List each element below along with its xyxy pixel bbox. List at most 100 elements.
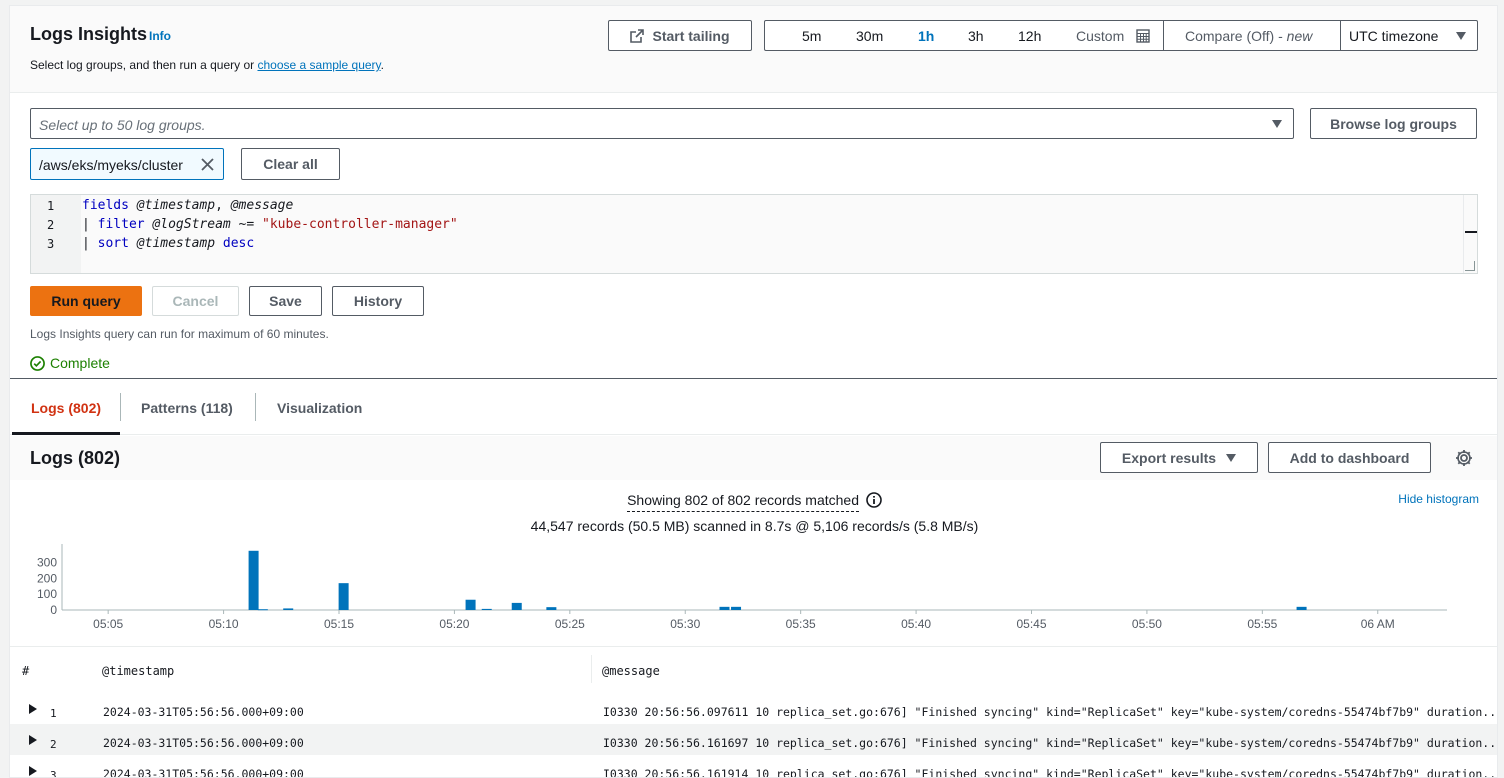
x-tick-label: 05:50	[1132, 617, 1162, 631]
code-token: @logStream	[144, 217, 231, 232]
histogram-panel: Showing 802 of 802 records matched 44,54…	[10, 480, 1497, 646]
x-tick-label: 05:55	[1247, 617, 1277, 631]
x-tick-label: 06 AM	[1361, 617, 1395, 631]
sample-query-link[interactable]: choose a sample query	[257, 58, 380, 72]
timebar-divider	[1340, 20, 1341, 51]
histogram-bar	[546, 607, 557, 610]
histogram-bar	[481, 608, 492, 610]
row-timestamp: 2024-03-31T05:56:56.000+09:00	[103, 736, 304, 750]
export-results-button[interactable]: Export results	[1100, 442, 1258, 473]
histogram-bar	[248, 550, 259, 610]
tab-logs[interactable]: Logs (802)	[31, 400, 101, 416]
table-row[interactable]: 3 2024-03-31T05:56:56.000+09:00 I0330 20:5…	[10, 755, 1498, 778]
range-12h[interactable]: 12h	[1018, 28, 1041, 44]
row-message: I0330 20:56:56.097611 10 replica_set.go:…	[603, 705, 1498, 719]
range-3h[interactable]: 3h	[968, 28, 984, 44]
x-tick-label: 05:20	[439, 617, 469, 631]
status-label: Complete	[50, 355, 110, 371]
histogram-bar	[511, 602, 522, 610]
range-1h[interactable]: 1h	[918, 28, 934, 44]
subtitle-suffix: .	[380, 58, 385, 72]
row-message: I0330 20:56:56.161697 10 replica_set.go:…	[603, 736, 1498, 750]
records-matched: Showing 802 of 802 records matched	[10, 492, 1497, 512]
x-tick-label: 05:45	[1016, 617, 1046, 631]
row-timestamp: 2024-03-31T05:56:56.000+09:00	[103, 705, 304, 719]
table-row[interactable]: 2 2024-03-31T05:56:56.000+09:00 I0330 20:5…	[10, 724, 1498, 755]
timezone-select[interactable]: UTC timezone	[1349, 28, 1438, 44]
scrollbar-thumb[interactable]	[1465, 231, 1477, 233]
y-tick-label: 200	[37, 571, 57, 585]
y-tick-label: 300	[37, 556, 57, 570]
tab-visualization[interactable]: Visualization	[277, 400, 362, 416]
query-duration-note: Logs Insights query can run for maximum …	[30, 327, 329, 341]
histogram-bar	[1296, 606, 1307, 610]
query-line: | filter @logStream ~= "kube-controller-…	[82, 217, 458, 232]
calendar-icon[interactable]	[1136, 29, 1150, 43]
info-icon[interactable]	[866, 492, 882, 508]
histogram-bar	[465, 599, 476, 610]
histogram-bar	[719, 606, 730, 610]
expand-row-icon[interactable]	[29, 735, 37, 745]
run-query-button[interactable]: Run query	[30, 286, 142, 316]
column-header-index: #	[22, 664, 30, 678]
code-token: "kube-controller-manager"	[262, 217, 458, 232]
row-index: 1	[50, 707, 57, 720]
histogram-chart: 300200 100 0 05:05 05:10 05:15 05:20 05:25 05:30…	[37, 544, 1447, 631]
code-token: @timestamp	[128, 198, 216, 213]
info-link[interactable]: Info	[149, 29, 171, 43]
x-tick-label: 05:15	[324, 617, 354, 631]
save-button[interactable]: Save	[249, 286, 322, 316]
histogram-bar	[257, 609, 268, 611]
compare-label: Compare (Off) -	[1185, 28, 1287, 44]
histogram-bar	[731, 606, 742, 610]
range-custom[interactable]: Custom	[1076, 28, 1124, 44]
add-to-dashboard-button[interactable]: Add to dashboard	[1268, 442, 1431, 473]
x-tick-label: 05:40	[901, 617, 931, 631]
row-message: I0330 20:56:56.161914 10 replica_set.go:…	[603, 767, 1498, 778]
histogram-bar	[283, 608, 294, 610]
log-group-placeholder: Select up to 50 log groups.	[39, 117, 206, 133]
query-editor[interactable]: 1 fields @timestamp, @message 2 | filter @l…	[30, 194, 1478, 274]
hide-histogram-link[interactable]: Hide histogram	[1398, 492, 1479, 506]
records-scanned: 44,547 records (50.5 MB) scanned in 8.7s…	[530, 518, 979, 534]
line-number-gutter	[31, 195, 81, 273]
range-5m[interactable]: 5m	[802, 28, 821, 44]
row-index: 3	[50, 769, 57, 778]
code-token: @message	[230, 198, 294, 213]
column-divider	[591, 655, 592, 683]
history-button[interactable]: History	[332, 286, 424, 316]
table-row[interactable]: 1 2024-03-31T05:56:56.000+09:00 I0330 20:5…	[10, 693, 1498, 724]
code-token: desc	[222, 236, 255, 251]
start-tailing-button[interactable]: Start tailing	[608, 20, 752, 51]
clear-all-button[interactable]: Clear all	[241, 148, 340, 180]
logs-insights-page: Logs Insights Info Select log groups, an…	[9, 5, 1498, 778]
browse-log-groups-button[interactable]: Browse log groups	[1310, 108, 1477, 139]
column-header-timestamp[interactable]: @timestamp	[102, 664, 174, 678]
code-token: filter	[97, 217, 145, 232]
cancel-button[interactable]: Cancel	[152, 286, 239, 316]
code-token: sort	[97, 236, 129, 251]
selected-log-group-label: /aws/eks/myeks/cluster	[39, 157, 183, 173]
results-header: Logs (802) Export results Add to dashboa…	[10, 436, 1497, 480]
expand-row-icon[interactable]	[29, 704, 37, 714]
x-tick-label: 05:10	[209, 617, 239, 631]
log-group-select[interactable]: Select up to 50 log groups.	[30, 108, 1294, 139]
active-tab-indicator	[12, 432, 120, 435]
column-header-message[interactable]: @message	[602, 664, 660, 678]
chevron-down-icon	[1272, 120, 1282, 128]
compare-toggle[interactable]: Compare (Off) - new	[1185, 28, 1312, 44]
code-token: fields	[82, 198, 129, 213]
code-token: |	[82, 236, 98, 251]
time-range-selector: 5m 30m 1h 3h 12h Custom Compare (Off) - …	[764, 20, 1478, 51]
range-30m[interactable]: 30m	[856, 28, 883, 44]
histogram-bar	[338, 583, 349, 610]
page-header: Logs Insights Info Select log groups, an…	[10, 6, 1497, 93]
gear-icon[interactable]	[1454, 448, 1474, 468]
resize-handle-icon[interactable]	[1465, 261, 1475, 271]
expand-row-icon[interactable]	[29, 766, 37, 776]
y-tick-label: 0	[50, 603, 57, 617]
results-title: Logs (802)	[30, 448, 121, 468]
tab-patterns[interactable]: Patterns (118)	[141, 400, 233, 416]
close-icon[interactable]	[201, 158, 214, 171]
